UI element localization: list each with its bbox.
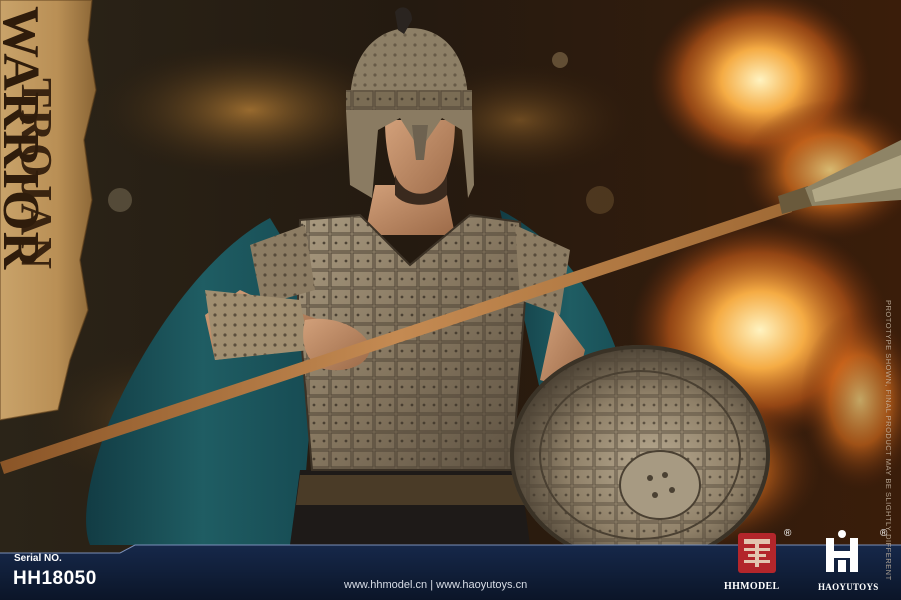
warrior-scene bbox=[0, 0, 901, 600]
website-links: www.hhmodel.cn | www.haoyutoys.cn bbox=[344, 579, 528, 591]
hhmodel-brand-name: HHMODEL bbox=[724, 581, 780, 592]
product-title: TROJAN WARRIOR bbox=[0, 0, 110, 330]
registered-mark-hhmodel: ® bbox=[784, 528, 792, 539]
serial-label: Serial NO. bbox=[14, 553, 62, 564]
title-line-warrior: WARRIOR bbox=[0, 6, 49, 271]
serial-number: HH18050 bbox=[13, 568, 97, 589]
haoyutoys-brand-name: HAOYUTOYS bbox=[818, 582, 879, 592]
registered-mark-haoyutoys: ® bbox=[880, 528, 888, 539]
product-banner: TROJAN WARRIOR PROTOTYPE SHOWN, FINAL PR… bbox=[0, 0, 901, 600]
hhmodel-logo bbox=[738, 533, 776, 573]
